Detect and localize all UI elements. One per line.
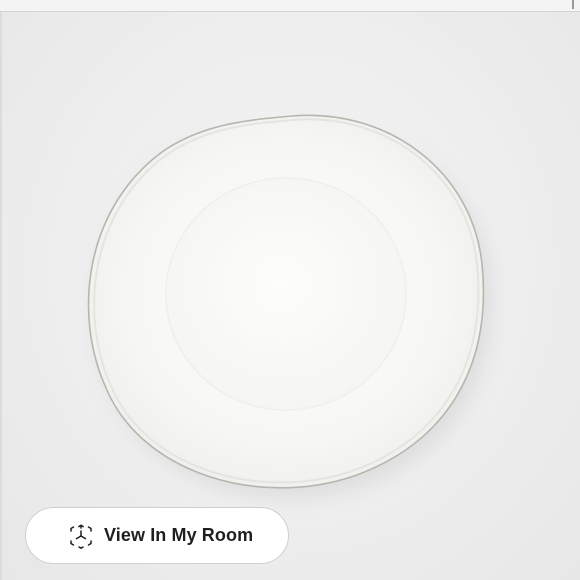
product-image[interactable] <box>2 12 580 580</box>
view-in-my-room-label: View In My Room <box>104 525 254 545</box>
plate-well <box>165 177 407 411</box>
view-in-my-room-button[interactable]: View In My Room <box>25 507 289 564</box>
top-divider <box>0 0 580 12</box>
scrollbar-thumb[interactable] <box>572 0 574 9</box>
product-gallery: View In My Room <box>0 0 580 580</box>
plate-illustration <box>87 114 492 498</box>
ar-cube-icon <box>67 522 95 550</box>
